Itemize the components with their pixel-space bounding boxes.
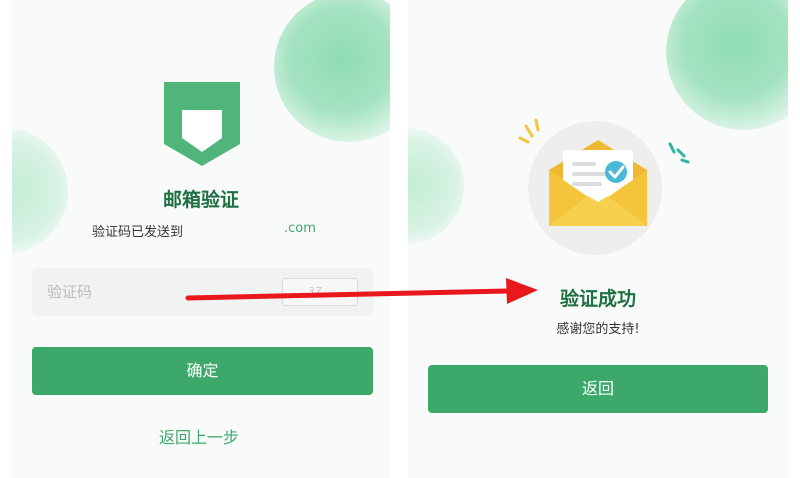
decorative-blob-left <box>408 128 464 244</box>
decorative-blob-top-right <box>666 0 788 130</box>
back-previous-step-link[interactable]: 返回上一步 <box>159 424 239 448</box>
page-title: 邮箱验证 <box>162 189 239 211</box>
email-verification-panel: 邮箱验证 验证码已发送到 .com 37... 确定 返回上一步 <box>12 0 390 478</box>
envelope-check-icon <box>518 118 690 226</box>
verification-success-panel: 验证成功 感谢您的支持! 返回 <box>408 0 788 478</box>
email-domain-text: .com <box>284 221 316 236</box>
thanks-caption: 感谢您的支持! <box>556 322 640 337</box>
shield-icon <box>164 82 240 166</box>
verification-code-row: 37... <box>32 268 373 316</box>
captcha-image[interactable]: 37... <box>282 278 358 306</box>
confirm-button[interactable]: 确定 <box>32 347 373 395</box>
decorative-blob-top-right <box>274 0 390 142</box>
success-title: 验证成功 <box>559 288 636 310</box>
verification-code-input[interactable] <box>32 268 262 316</box>
code-sent-text: 验证码已发送到 <box>92 225 184 240</box>
return-button[interactable]: 返回 <box>428 365 768 413</box>
